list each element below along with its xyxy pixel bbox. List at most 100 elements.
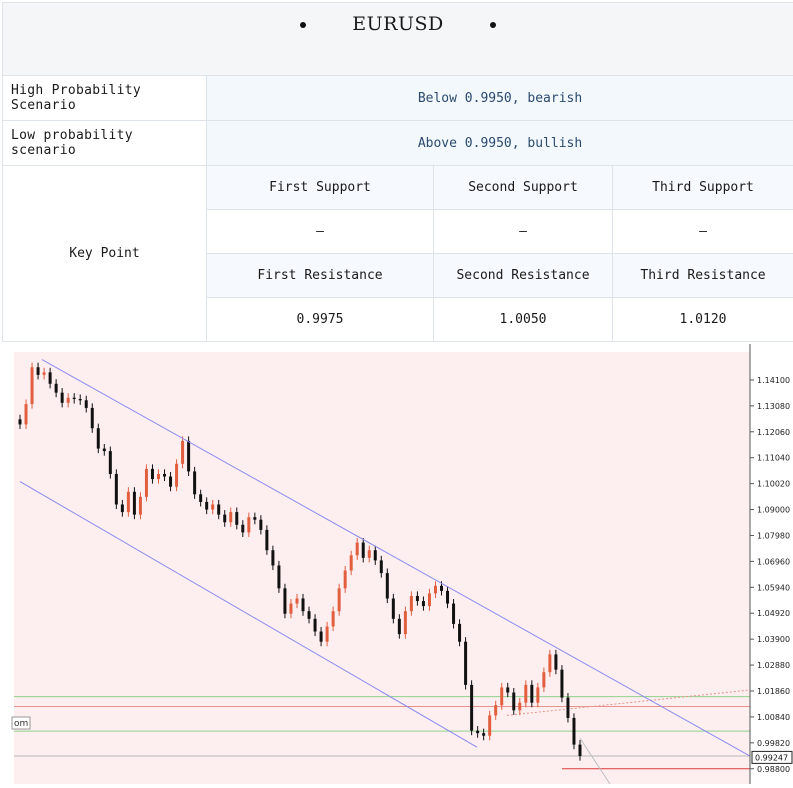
second-resistance-value: 1.0050 bbox=[434, 298, 613, 342]
third-resistance-value: 1.0120 bbox=[613, 298, 793, 342]
candle-body bbox=[338, 588, 341, 611]
bullet-icon bbox=[490, 22, 496, 28]
candle-body bbox=[139, 497, 142, 515]
candle-body bbox=[43, 372, 46, 375]
price-chart: 1.141001.130801.120601.110401.100201.090… bbox=[2, 344, 793, 784]
second-support-value: – bbox=[434, 210, 613, 254]
candle-body bbox=[25, 404, 28, 424]
candle-body bbox=[49, 372, 52, 383]
y-tick-label: 1.10020 bbox=[757, 480, 790, 489]
candle-body bbox=[121, 504, 124, 512]
title-row: EURUSD bbox=[3, 3, 793, 76]
candle-body bbox=[458, 624, 461, 642]
candle-body bbox=[145, 469, 148, 497]
candle-body bbox=[73, 398, 76, 399]
candle-body bbox=[157, 474, 160, 479]
high-scenario-value: Below 0.9950, bearish bbox=[207, 76, 793, 121]
candle-body bbox=[151, 469, 154, 479]
candle-body bbox=[374, 550, 377, 560]
candle-body bbox=[320, 632, 323, 642]
bullet-icon bbox=[300, 22, 306, 28]
candle-body bbox=[253, 517, 256, 520]
candle-body bbox=[542, 672, 545, 687]
candle-body bbox=[566, 698, 569, 718]
candle-body bbox=[193, 471, 196, 494]
candle-body bbox=[428, 593, 431, 606]
y-tick-label: 1.02880 bbox=[757, 661, 790, 670]
first-resistance-header: First Resistance bbox=[207, 254, 434, 298]
candle-body bbox=[368, 550, 371, 558]
y-tick-label: 1.00840 bbox=[757, 713, 790, 722]
candle-body bbox=[61, 393, 64, 403]
y-tick-label: 1.04920 bbox=[757, 609, 790, 618]
candle-body bbox=[217, 504, 220, 514]
candle-body bbox=[259, 520, 262, 530]
candle-body bbox=[115, 474, 118, 504]
candle-body bbox=[380, 560, 383, 573]
low-scenario-value: Above 0.9950, bullish bbox=[207, 121, 793, 166]
analysis-table: EURUSD High Probability Scenario Below 0… bbox=[2, 2, 793, 342]
candle-body bbox=[181, 441, 184, 464]
y-tick-label: 1.06960 bbox=[757, 557, 790, 566]
candle-body bbox=[37, 367, 40, 375]
current-price-label: 0.99247 bbox=[755, 753, 788, 762]
candle-body bbox=[404, 611, 407, 634]
third-resistance-header: Third Resistance bbox=[613, 254, 793, 298]
candle-body bbox=[386, 573, 389, 598]
candle-body bbox=[548, 654, 551, 672]
candle-body bbox=[554, 654, 557, 669]
candle-body bbox=[392, 598, 395, 618]
candle-body bbox=[422, 601, 425, 606]
candle-body bbox=[506, 687, 509, 692]
candle-body bbox=[536, 687, 539, 702]
candle-body bbox=[295, 598, 298, 603]
y-tick-label: 1.13080 bbox=[757, 402, 790, 411]
candle-body bbox=[211, 504, 214, 509]
chart-svg: 1.141001.130801.120601.110401.100201.090… bbox=[2, 344, 793, 784]
candle-body bbox=[530, 685, 533, 703]
candle-body bbox=[524, 685, 527, 703]
candle-body bbox=[416, 596, 419, 601]
high-scenario-label: High Probability Scenario bbox=[3, 76, 207, 121]
candle-body bbox=[229, 512, 232, 522]
candle-body bbox=[560, 670, 563, 698]
y-tick-label: 1.12060 bbox=[757, 428, 790, 437]
page: EURUSD High Probability Scenario Below 0… bbox=[0, 0, 793, 784]
candle-body bbox=[247, 517, 250, 532]
candle-body bbox=[241, 525, 244, 533]
y-tick-label: 0.99820 bbox=[757, 739, 790, 748]
candle-body bbox=[314, 619, 317, 632]
candle-body bbox=[464, 642, 467, 685]
candle-body bbox=[350, 555, 353, 570]
candle-body bbox=[169, 477, 172, 487]
candle-body bbox=[283, 588, 286, 613]
y-tick-label: 1.01860 bbox=[757, 687, 790, 696]
candle-body bbox=[326, 626, 329, 641]
candle-body bbox=[434, 586, 437, 594]
candle-body bbox=[344, 571, 347, 589]
candle-body bbox=[572, 718, 575, 745]
candle-body bbox=[109, 451, 112, 474]
candle-body bbox=[308, 611, 311, 619]
first-resistance-value: 0.9975 bbox=[207, 298, 434, 342]
candle-body bbox=[67, 398, 70, 403]
candle-body bbox=[494, 705, 497, 715]
low-scenario-label: Low probability scenario bbox=[3, 121, 207, 166]
candle-body bbox=[127, 492, 130, 512]
candle-body bbox=[85, 400, 88, 408]
candle-body bbox=[500, 687, 503, 705]
candle-body bbox=[103, 449, 106, 452]
candle-body bbox=[235, 512, 238, 525]
y-tick-label: 1.03900 bbox=[757, 635, 790, 644]
candle-body bbox=[518, 703, 521, 711]
candle-body bbox=[470, 685, 473, 731]
y-tick-label: 1.07980 bbox=[757, 531, 790, 540]
candle-body bbox=[97, 428, 100, 448]
candle-body bbox=[199, 494, 202, 502]
y-tick-label: 0.98800 bbox=[757, 765, 790, 774]
candle-body bbox=[356, 543, 359, 556]
candle-body bbox=[223, 515, 226, 523]
candle-body bbox=[79, 399, 82, 400]
candle-body bbox=[440, 586, 443, 591]
candle-body bbox=[175, 464, 178, 487]
